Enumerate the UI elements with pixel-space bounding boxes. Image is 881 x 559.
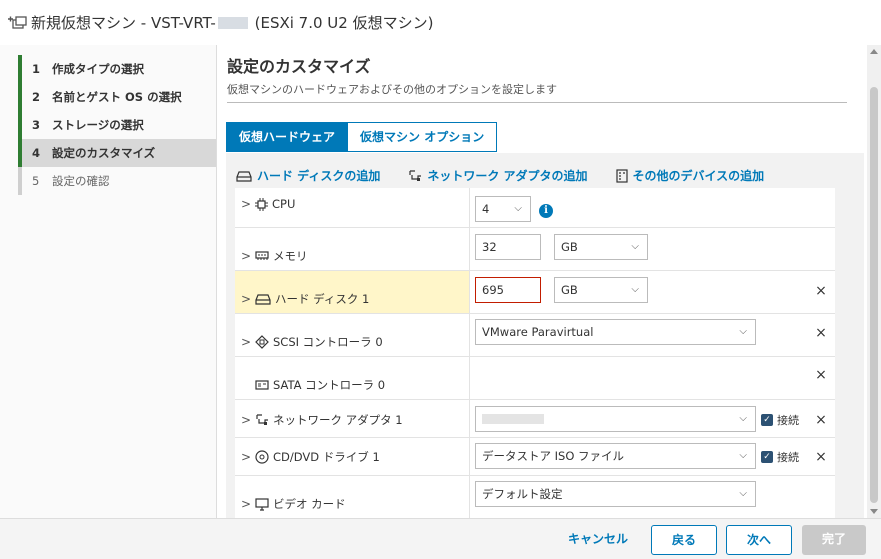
expand-chevron-icon: > [241,450,252,464]
back-button[interactable]: 戻る [651,525,717,555]
sata-controller-icon [255,380,269,390]
page-subtitle: 仮想マシンのハードウェアおよびその他のオプションを設定します [227,83,557,96]
wizard-step-label: 作成タイプの選択 [52,62,144,76]
add-network-adapter-button[interactable]: ネットワーク アダプタの追加 [408,167,588,184]
wizard-step-2[interactable]: 2 名前とゲスト OS の選択 [18,83,216,111]
info-icon[interactable]: i [539,204,553,218]
row-label-cddvd[interactable]: > CD/DVD ドライブ 1 [241,449,380,465]
hardware-row-network: > ネットワーク アダプタ 1 ⌵ ✓ 接続 × [235,400,835,438]
window-titlebar: 新規仮想マシン - VST-VRT- (ESXi 7.0 U2 仮想マシン) [0,0,881,45]
hardware-row-cddvd: > CD/DVD ドライブ 1 データストア ISO ファイル ⌵ ✓ 接続 × [235,438,835,476]
row-label-video[interactable]: > ビデオ カード [241,496,346,512]
other-device-icon [615,168,628,183]
window-title: 新規仮想マシン - VST-VRT- (ESXi 7.0 U2 仮想マシン) [31,14,434,32]
tab-vm-options[interactable]: 仮想マシン オプション [348,122,498,152]
chevron-down-icon: ⌵ [739,488,747,499]
chevron-down-icon: ⌵ [739,413,747,424]
scroll-down-icon[interactable] [870,509,878,514]
new-vm-icon [5,12,27,34]
network-connect-checkbox[interactable]: ✓ 接続 [761,412,799,428]
tab-virtual-hardware[interactable]: 仮想ハードウェア [226,122,349,152]
cancel-button[interactable]: キャンセル [557,525,639,555]
tab-bar: 仮想ハードウェア 仮想マシン オプション [226,122,498,152]
wizard-step-label: 設定のカスタマイズ [52,146,156,160]
cpu-count-select[interactable]: 4 ⌵ [475,196,531,222]
hardware-row-scsi: > SCSI コントローラ 0 VMware Paravirtual ⌵ × [235,314,835,357]
expand-chevron-icon: > [241,497,252,511]
video-card-icon [255,497,269,511]
video-settings-select[interactable]: デフォルト設定 ⌵ [475,481,756,507]
wizard-footer: キャンセル 戻る 次へ 完了 [0,518,881,559]
checkbox-checked-icon: ✓ [761,451,773,463]
row-label-memory[interactable]: > メモリ [241,248,308,264]
row-label-scsi[interactable]: > SCSI コントローラ 0 [241,334,383,350]
next-button[interactable]: 次へ [726,525,792,555]
wizard-step-5: 5 設定の確認 [18,167,216,195]
hardware-row-memory: > メモリ 32 GB ⌵ [235,228,835,271]
divider [227,102,847,103]
expand-chevron-icon: > [241,197,252,211]
network-select[interactable]: ⌵ [475,406,756,432]
chevron-down-icon: ⌵ [739,450,747,461]
hardware-row-sata: SATA コントローラ 0 × [235,357,835,400]
memory-icon [255,251,269,261]
chevron-down-icon: ⌵ [514,203,522,214]
disk-size-input[interactable]: 695 [475,277,541,303]
scroll-up-icon[interactable] [870,49,878,54]
wizard-step-4[interactable]: 4 設定のカスタマイズ [18,139,216,167]
virtual-hardware-panel: ハード ディスクの追加 ネットワーク アダプタの追加 その他のデバイスの追加 >… [226,153,864,518]
add-hard-disk-button[interactable]: ハード ディスクの追加 [236,167,380,184]
chevron-down-icon: ⌵ [631,284,639,295]
hard-disk-icon [236,170,252,182]
remove-sata-button[interactable]: × [815,367,827,383]
disk-unit-select[interactable]: GB ⌵ [554,277,648,303]
expand-chevron-icon: > [241,413,252,427]
scsi-type-select[interactable]: VMware Paravirtual ⌵ [475,319,756,345]
wizard-step-label: 設定の確認 [52,174,110,188]
row-label-cpu[interactable]: > CPU [241,197,295,211]
wizard-step-1[interactable]: 1 作成タイプの選択 [18,55,216,83]
remove-network-button[interactable]: × [815,412,827,428]
hard-disk-icon [255,293,271,305]
wizard-steps-sidebar: 1 作成タイプの選択 2 名前とゲスト OS の選択 3 ストレージの選択 4 設定のカ… [0,45,217,518]
main-content: 設定のカスタマイズ 仮想マシンのハードウェアおよびその他のオプションを設定します… [217,45,867,518]
add-other-device-button[interactable]: その他のデバイスの追加 [615,167,764,184]
checkbox-checked-icon: ✓ [761,414,773,426]
redacted-name-mask [217,17,248,29]
redacted-network-name [482,414,544,424]
chevron-down-icon: ⌵ [631,241,639,252]
cddvd-source-select[interactable]: データストア ISO ファイル ⌵ [475,443,756,469]
wizard-step-3[interactable]: 3 ストレージの選択 [18,111,216,139]
network-adapter-icon [255,413,269,427]
expand-chevron-icon: > [241,292,252,306]
cpu-icon [255,197,268,211]
remove-hard-disk-button[interactable]: × [815,283,827,299]
cddvd-connect-checkbox[interactable]: ✓ 接続 [761,449,799,465]
hardware-row-cpu: > CPU 4 ⌵ i [235,188,835,228]
scsi-controller-icon [255,335,269,349]
scrollbar-thumb[interactable] [870,87,878,503]
hardware-row-video: > ビデオ カード デフォルト設定 ⌵ [235,476,835,518]
remove-scsi-button[interactable]: × [815,325,827,341]
expand-chevron-icon: > [241,249,252,263]
row-label-hard-disk[interactable]: > ハード ディスク 1 [241,291,369,307]
memory-unit-select[interactable]: GB ⌵ [554,234,648,260]
memory-size-input[interactable]: 32 [475,234,541,260]
remove-cddvd-button[interactable]: × [815,449,827,465]
hardware-row-hard-disk: > ハード ディスク 1 695 GB ⌵ × [235,271,835,314]
cd-dvd-icon [255,450,269,464]
page-title: 設定のカスタマイズ [227,57,371,76]
wizard-step-label: ストレージの選択 [52,118,144,132]
finish-button: 完了 [802,525,866,555]
main-scrollbar[interactable] [867,45,881,518]
wizard-step-label: 名前とゲスト OS の選択 [52,90,182,104]
row-label-network[interactable]: > ネットワーク アダプタ 1 [241,412,403,428]
device-actions-bar: ハード ディスクの追加 ネットワーク アダプタの追加 その他のデバイスの追加 [236,167,792,184]
chevron-down-icon: ⌵ [739,326,747,337]
network-adapter-icon [409,169,422,181]
hardware-table: > CPU 4 ⌵ i > メモリ 32 GB ⌵ > ハード ディスク 1 6… [235,188,835,518]
expand-chevron-icon: > [241,335,252,349]
row-label-sata: SATA コントローラ 0 [241,377,385,393]
